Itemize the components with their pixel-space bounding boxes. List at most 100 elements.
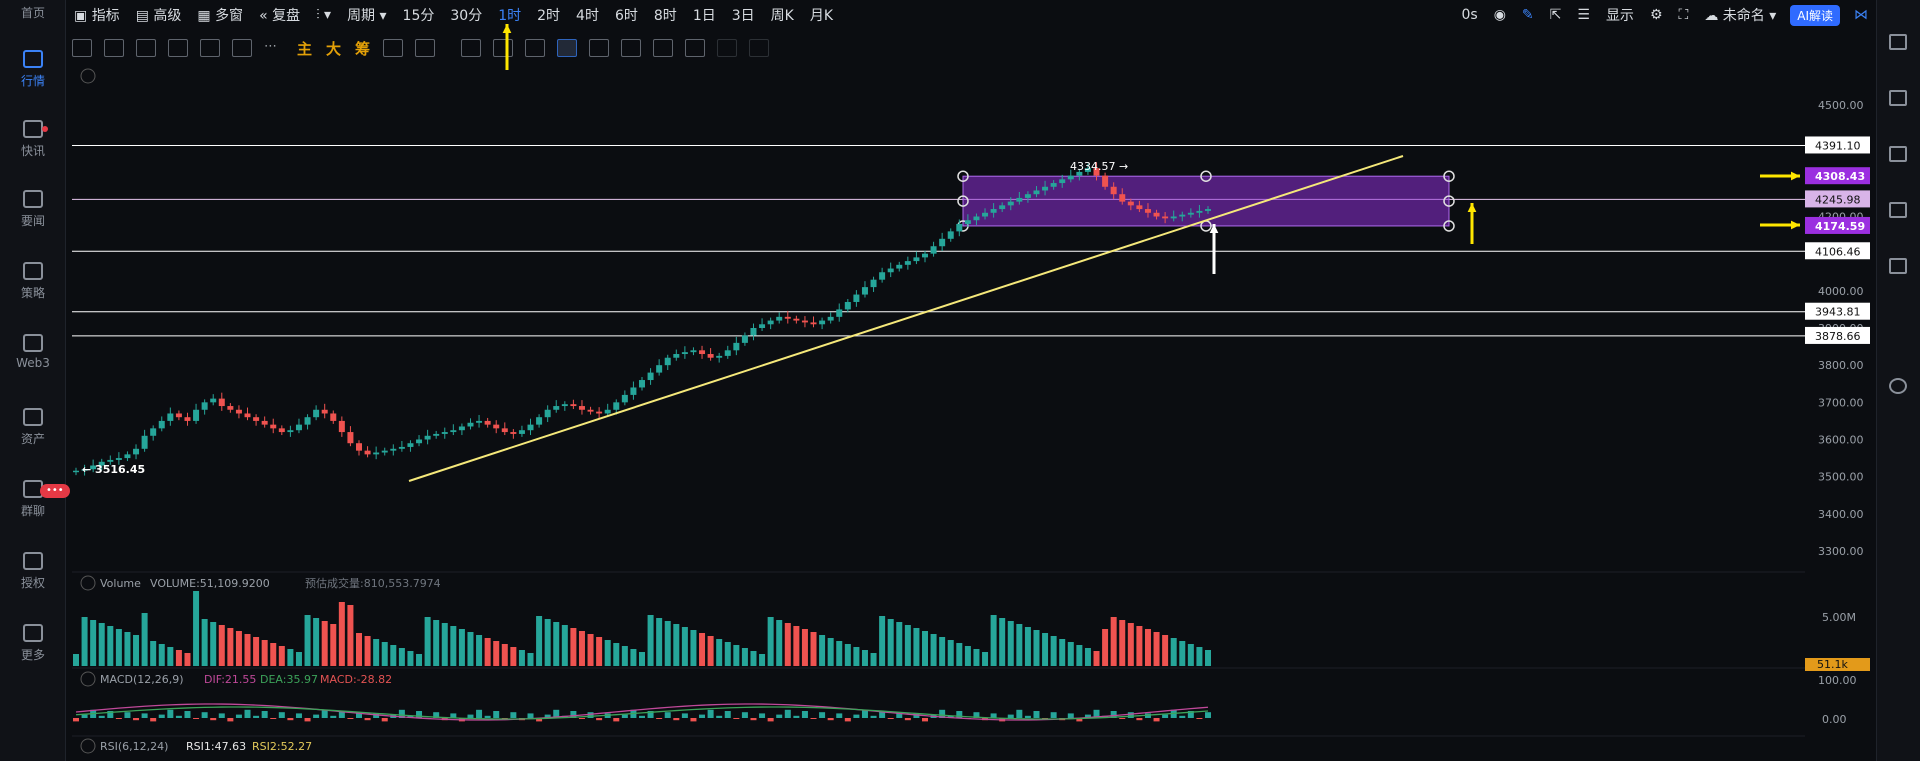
- macd-bar: [819, 712, 826, 718]
- volume-bar: [939, 637, 946, 666]
- price-axis-label: 3600.00: [1818, 434, 1864, 447]
- volume-bar: [759, 654, 766, 666]
- macd-bar: [1033, 711, 1040, 718]
- volume-bar: [750, 651, 757, 666]
- volume-bar: [278, 646, 285, 666]
- macd-bar: [321, 709, 328, 718]
- macd-bar: [295, 713, 302, 718]
- macd-bar: [639, 715, 645, 718]
- volume-bar: [253, 637, 260, 666]
- candle-body: [356, 443, 362, 451]
- volume-bar: [776, 620, 783, 666]
- macd-bar: [596, 718, 603, 721]
- level-price-label: 4391.10: [1815, 139, 1861, 152]
- candle-body: [578, 406, 585, 410]
- candle-body: [261, 420, 268, 425]
- candle-body: [956, 223, 963, 232]
- volume-bar: [441, 623, 448, 666]
- candle-body: [1136, 205, 1143, 210]
- volume-bar: [664, 621, 671, 666]
- volume-bar: [330, 624, 337, 666]
- depth-icon[interactable]: [1889, 202, 1907, 218]
- candle-body: [1127, 201, 1134, 206]
- volume-bar: [1127, 623, 1134, 666]
- candle-body: [1067, 175, 1074, 180]
- macd-bar: [716, 715, 723, 718]
- volume-bar: [356, 633, 362, 666]
- macd-bar: [175, 715, 182, 718]
- volume-bar: [947, 640, 954, 666]
- candle-body: [150, 428, 157, 436]
- volume-bar: [973, 649, 980, 666]
- candle-body: [493, 424, 500, 429]
- volume-bar: [373, 639, 380, 666]
- candle-body: [621, 394, 628, 403]
- macd-bar: [244, 709, 251, 718]
- chart-canvas[interactable]: 4500.004400.004300.004200.004100.004000.…: [0, 0, 1876, 761]
- macd-bar: [690, 718, 697, 722]
- candle-body: [810, 322, 817, 325]
- volume-bar: [90, 620, 97, 666]
- candle-body: [844, 301, 851, 310]
- macd-bar: [827, 718, 834, 721]
- macd-bar: [141, 713, 148, 718]
- volume-bar: [450, 626, 457, 666]
- candle-body: [536, 417, 543, 425]
- document-icon[interactable]: [1889, 34, 1907, 50]
- volume-bar: [321, 621, 328, 666]
- volume-bar: [853, 647, 860, 666]
- volume-bar: [741, 648, 748, 666]
- macd-bar: [776, 714, 783, 718]
- candle-body: [673, 354, 680, 358]
- volume-bar: [647, 615, 654, 666]
- macd-bar: [347, 718, 354, 719]
- candle-body: [407, 443, 414, 447]
- arrow-up-box-head: [1467, 203, 1477, 213]
- volume-bar: [879, 616, 886, 666]
- candle-body: [484, 420, 491, 425]
- candle-body: [767, 320, 774, 325]
- volume-bar: [819, 635, 826, 666]
- volume-bar: [518, 650, 525, 666]
- volume-bar: [1050, 636, 1057, 666]
- volume-bar: [570, 628, 577, 666]
- candle-body: [639, 380, 645, 388]
- candle-body: [801, 320, 808, 323]
- volume-bar: [716, 639, 723, 666]
- volume-bar: [73, 654, 79, 666]
- volume-bar: [1076, 645, 1083, 666]
- macd-bar: [484, 715, 491, 718]
- macd-bar: [767, 718, 774, 722]
- volume-bar: [1119, 620, 1126, 666]
- volume-bar: [904, 625, 911, 666]
- volume-bar: [124, 632, 131, 666]
- trades-icon[interactable]: [1889, 146, 1907, 162]
- macd-bar: [759, 713, 766, 718]
- candle-body: [381, 450, 388, 453]
- candle-body: [879, 272, 886, 280]
- macd-bar: [793, 715, 800, 718]
- candle-body: [175, 413, 182, 418]
- macd-bar: [270, 718, 277, 719]
- volume-bar: [784, 623, 791, 666]
- volume-bar: [896, 622, 903, 666]
- order-book-icon[interactable]: [1889, 90, 1907, 106]
- candle-body: [1153, 212, 1160, 217]
- candle-body: [510, 432, 517, 434]
- volume-bar: [133, 635, 140, 666]
- high-annotation: 4334.57 →: [1070, 160, 1128, 173]
- volume-bar: [621, 646, 628, 666]
- arrow-up-interval-head: [502, 24, 512, 34]
- candle-body: [467, 422, 474, 427]
- volume-bar: [416, 654, 423, 666]
- sync-icon[interactable]: [1889, 378, 1907, 394]
- volume-bar: [184, 653, 191, 666]
- candle-body: [1110, 186, 1117, 195]
- volume-bar: [964, 646, 971, 666]
- macd-bar: [613, 718, 620, 722]
- volume-bar: [656, 618, 663, 666]
- volume-bar: [115, 629, 122, 666]
- info-icon[interactable]: [1889, 258, 1907, 274]
- candle-body: [278, 428, 285, 433]
- candle-body: [819, 320, 826, 325]
